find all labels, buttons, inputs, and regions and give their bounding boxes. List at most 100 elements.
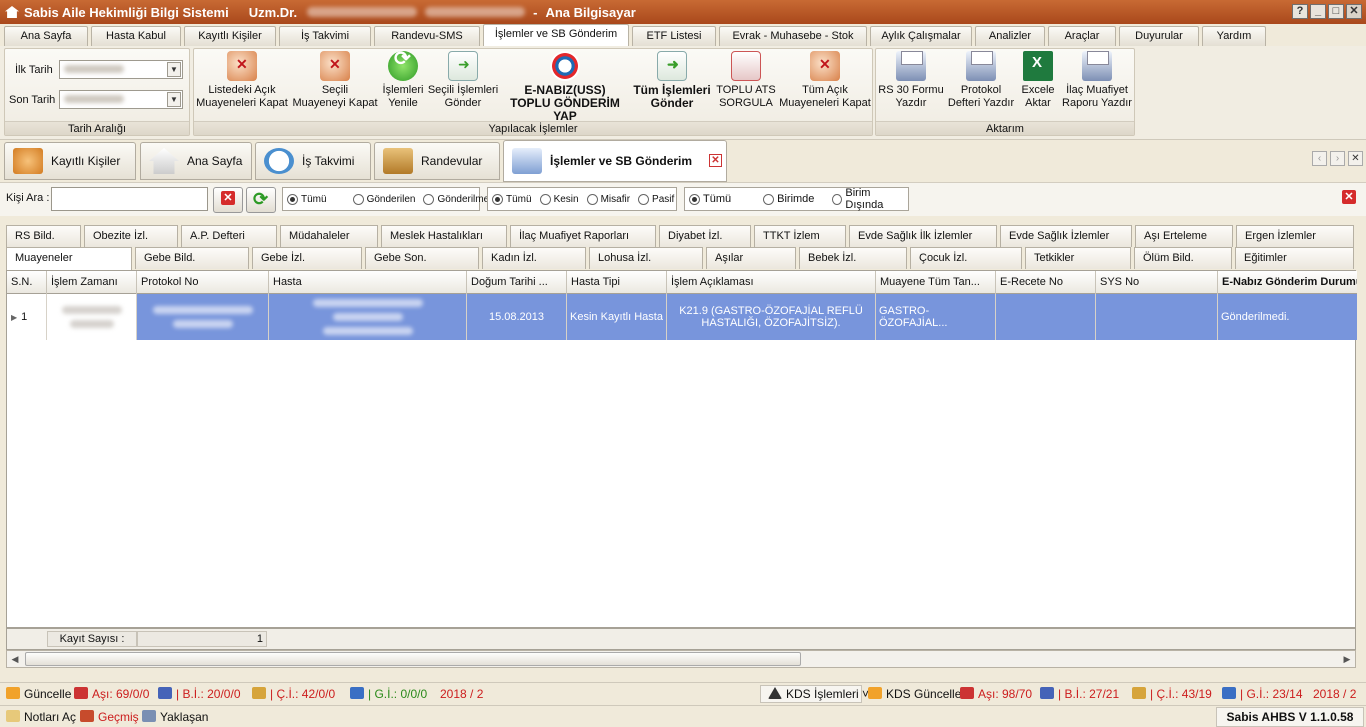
type-filter-all[interactable]: Tümü	[492, 193, 532, 205]
menu-tab-evrak[interactable]: Evrak - Muhasebe - Stok	[719, 26, 867, 46]
subtab-egitimler[interactable]: Eğitimler	[1235, 247, 1354, 269]
col-enabiz-durum[interactable]: E-Nabız Gönderim Durumu	[1218, 271, 1357, 294]
subtab-ttkt[interactable]: TTKT İzlem	[754, 225, 846, 247]
pregnancy-stat[interactable]: | G.İ.: 0/0/0	[350, 687, 427, 701]
close-window-button[interactable]: ✕	[1346, 4, 1362, 19]
col-islem-zamani[interactable]: İşlem Zamanı	[47, 271, 137, 294]
doc-tab-is-takvimi[interactable]: İş Takvimi	[255, 142, 371, 180]
baby-stat[interactable]: | B.İ.: 20/0/0	[158, 687, 241, 701]
minimize-button[interactable]: _	[1310, 4, 1326, 19]
doc-tab-kayitli-kisiler[interactable]: Kayıtlı Kişiler	[4, 142, 136, 180]
subtab-gebe-bild[interactable]: Gebe Bild.	[135, 247, 249, 269]
first-date-picker[interactable]: ▼	[59, 60, 183, 79]
print-drug-exemption-button[interactable]: İlaç Muafiyet Raporu Yazdır	[1060, 51, 1134, 110]
subtab-bebek[interactable]: Bebek İzl.	[799, 247, 907, 269]
type-filter-pasif[interactable]: Pasif	[638, 193, 674, 205]
send-all-button[interactable]: Tüm İşlemleriGönder	[630, 51, 714, 110]
kds-child-stat[interactable]: | Ç.İ.: 43/19	[1132, 687, 1212, 701]
col-muayene-tani[interactable]: Muayene Tüm Tan...	[876, 271, 996, 294]
subtab-evde[interactable]: Evde Sağlık İzlemler	[1000, 225, 1132, 247]
menu-tab-is-takvimi[interactable]: İş Takvimi	[279, 26, 371, 46]
subtab-ap-defteri[interactable]: A.P. Defteri	[181, 225, 277, 247]
history-button[interactable]: Geçmiş	[80, 710, 139, 724]
export-excel-button[interactable]: ExceleAktar	[1016, 51, 1060, 110]
scroll-right-icon[interactable]: ▶	[1340, 652, 1354, 666]
subtab-diyabet[interactable]: Diyabet İzl.	[659, 225, 751, 247]
doc-tab-ana-sayfa[interactable]: Ana Sayfa	[140, 142, 252, 180]
tabs-scroll-right-icon[interactable]: ›	[1330, 151, 1345, 166]
vaccine-stat[interactable]: Aşı: 69/0/0	[74, 687, 149, 701]
doc-tab-islemler[interactable]: İşlemler ve SB Gönderim ✕	[503, 140, 727, 182]
menu-tab-aylik[interactable]: Aylık Çalışmalar	[870, 26, 972, 46]
subtab-gebe-izl[interactable]: Gebe İzl.	[252, 247, 362, 269]
subtab-ergen[interactable]: Ergen İzlemler	[1236, 225, 1354, 247]
doc-tab-randevular[interactable]: Randevular	[374, 142, 500, 180]
menu-tab-islemler[interactable]: İşlemler ve SB Gönderim	[483, 24, 629, 46]
kds-vaccine-stat[interactable]: Aşı: 98/70	[960, 687, 1032, 701]
menu-tab-etf[interactable]: ETF Listesi	[632, 26, 716, 46]
menu-tab-ana-sayfa[interactable]: Ana Sayfa	[4, 26, 88, 46]
subtab-evde-ilk[interactable]: Evde Sağlık İlk İzlemler	[849, 225, 997, 247]
col-hasta-tipi[interactable]: Hasta Tipi	[567, 271, 667, 294]
send-filter-all[interactable]: Tümü	[287, 193, 327, 205]
col-erecete[interactable]: E-Recete No	[996, 271, 1096, 294]
subtab-tetkikler[interactable]: Tetkikler	[1025, 247, 1131, 269]
update-button[interactable]: Güncelle	[6, 687, 71, 701]
help-button[interactable]: ?	[1292, 4, 1308, 19]
menu-tab-randevu-sms[interactable]: Randevu-SMS	[374, 26, 480, 46]
unit-filter-all[interactable]: Tümü	[689, 193, 731, 205]
chevron-down-icon[interactable]: ▼	[167, 62, 181, 77]
send-selected-button[interactable]: Seçili İşlemleriGönder	[426, 51, 500, 110]
unit-filter-in[interactable]: Birimde	[763, 193, 814, 205]
subtab-cocuk[interactable]: Çocuk İzl.	[910, 247, 1022, 269]
menu-tab-duyurular[interactable]: Duyurular	[1119, 26, 1199, 46]
subtab-ilac-muafiyet[interactable]: İlaç Muafiyet Raporları	[510, 225, 656, 247]
clear-search-button[interactable]	[213, 187, 243, 213]
subtab-obezite[interactable]: Obezite İzl.	[84, 225, 178, 247]
close-selected-exam-button[interactable]: SeçiliMuayeneyi Kapat	[290, 51, 380, 110]
refresh-search-button[interactable]	[246, 187, 276, 213]
send-filter-unsent[interactable]: Gönderilme	[423, 193, 489, 205]
chevron-down-icon[interactable]: ▼	[167, 92, 181, 107]
close-listed-exams-button[interactable]: Listedeki AçıkMuayeneleri Kapat	[196, 51, 288, 110]
child-stat[interactable]: | Ç.İ.: 42/0/0	[252, 687, 335, 701]
subtab-lohusa[interactable]: Lohusa İzl.	[589, 247, 703, 269]
subtab-muayeneler[interactable]: Muayeneler	[6, 247, 132, 270]
close-tab-icon[interactable]: ✕	[709, 154, 722, 167]
subtab-rs-bild[interactable]: RS Bild.	[6, 225, 81, 247]
subtab-asilar[interactable]: Aşılar	[706, 247, 796, 269]
menu-tab-kayitli-kisiler[interactable]: Kayıtlı Kişiler	[184, 26, 276, 46]
col-hasta[interactable]: Hasta	[269, 271, 467, 294]
open-notes-button[interactable]: Notları Aç	[6, 710, 76, 724]
col-sys-no[interactable]: SYS No	[1096, 271, 1218, 294]
subtab-olum[interactable]: Ölüm Bild.	[1134, 247, 1232, 269]
upcoming-button[interactable]: Yaklaşan	[142, 710, 208, 724]
bulk-ats-query-button[interactable]: TOPLU ATS SORGULA	[714, 51, 778, 110]
unit-filter-out[interactable]: Birim Dışında	[832, 187, 904, 211]
kds-pregnancy-stat[interactable]: | G.İ.: 23/14	[1222, 687, 1303, 701]
type-filter-misafir[interactable]: Misafir	[586, 193, 630, 205]
menu-tab-yardim[interactable]: Yardım	[1202, 26, 1266, 46]
close-all-open-exams-button[interactable]: Tüm AçıkMuayeneleri Kapat	[778, 51, 872, 110]
last-date-picker[interactable]: ▼	[59, 90, 183, 109]
col-dogum-tarihi[interactable]: Doğum Tarihi ...	[467, 271, 567, 294]
search-input[interactable]	[51, 187, 208, 211]
horizontal-scrollbar[interactable]: ◀ ▶	[6, 650, 1356, 668]
close-all-tabs-icon[interactable]: ✕	[1348, 151, 1363, 166]
kds-baby-stat[interactable]: | B.İ.: 27/21	[1040, 687, 1119, 701]
refresh-actions-button[interactable]: İşlemleriYenile	[380, 51, 426, 110]
maximize-button[interactable]: □	[1328, 4, 1344, 19]
print-protocol-book-button[interactable]: Protokol Defteri Yazdır	[946, 51, 1016, 110]
kds-menu-button[interactable]: KDS İşlemleri ˅	[768, 687, 869, 701]
enabiz-bulk-send-button[interactable]: E-NABIZ(USS) TOPLU GÖNDERİM YAP	[500, 51, 630, 123]
print-rs30-button[interactable]: RS 30 Formu Yazdır	[876, 51, 946, 110]
type-filter-kesin[interactable]: Kesin	[539, 193, 579, 205]
tabs-scroll-left-icon[interactable]: ‹	[1312, 151, 1327, 166]
menu-tab-hasta-kabul[interactable]: Hasta Kabul	[91, 26, 181, 46]
menu-tab-analizler[interactable]: Analizler	[975, 26, 1045, 46]
scroll-thumb[interactable]	[25, 652, 801, 666]
subtab-kadin[interactable]: Kadın İzl.	[482, 247, 586, 269]
col-islem-aciklamasi[interactable]: İşlem Açıklaması	[667, 271, 876, 294]
col-sn[interactable]: S.N.	[7, 271, 47, 294]
subtab-asi-erteleme[interactable]: Aşı Erteleme	[1135, 225, 1233, 247]
